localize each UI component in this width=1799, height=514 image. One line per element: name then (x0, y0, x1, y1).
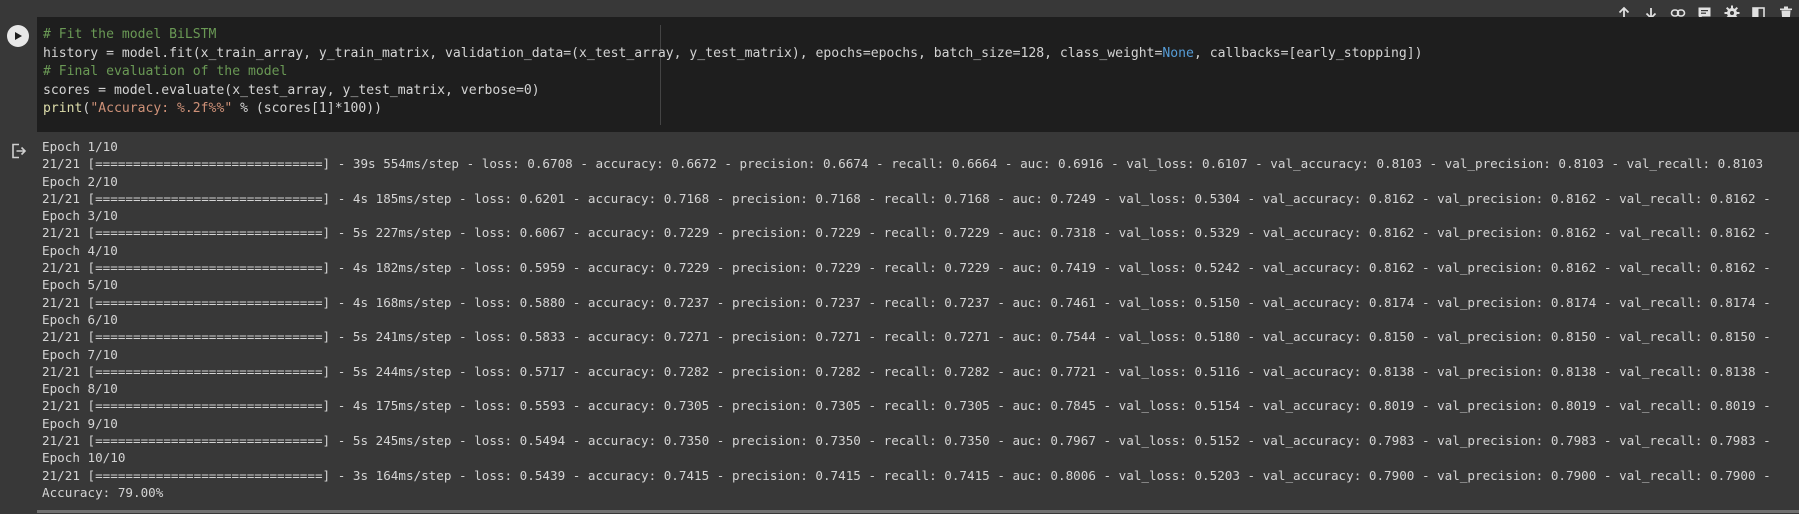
play-icon (15, 32, 22, 40)
output-text: Epoch 1/10 21/21 [=======================… (42, 138, 1771, 501)
output-line: 21/21 [==============================] -… (42, 225, 1771, 241)
output-line: Accuracy: 79.00% (42, 484, 164, 500)
output-line: 21/21 [==============================] -… (42, 156, 1764, 172)
output-line: Epoch 10/10 (42, 450, 126, 466)
output-line: 21/21 [==============================] -… (42, 190, 1771, 206)
code-token: # Final evaluation of the model (43, 64, 288, 79)
output-area: Epoch 1/10 21/21 [=======================… (0, 137, 1799, 511)
output-line: Epoch 4/10 (42, 242, 118, 258)
output-line: Epoch 2/10 (42, 173, 118, 189)
code-token: "Accuracy: %.2f%%" (90, 101, 233, 116)
output-line: Epoch 6/10 (42, 311, 118, 327)
code-line: # Fit the model BiLSTM (43, 26, 1423, 45)
output-line: 21/21 [==============================] -… (42, 363, 1771, 379)
code-token: # Fit the model BiLSTM (43, 27, 217, 42)
code-token: history = model.fit(x_train_array, y_tra… (43, 45, 1163, 61)
output-exit-icon (12, 143, 27, 159)
code-token: , callbacks=[early_stopping]) (1193, 45, 1423, 61)
output-line: 21/21 [==============================] -… (42, 294, 1771, 310)
code-token: % (scores[1]*100)) (232, 101, 382, 116)
code-cell: # Fit the model BiLSTM history = model.fi… (0, 17, 1799, 132)
output-line: Epoch 5/10 (42, 277, 118, 293)
output-line: Epoch 3/10 (42, 208, 118, 224)
output-line: Epoch 1/10 (42, 139, 118, 154)
code-line: # Final evaluation of the model (43, 63, 1423, 82)
code-line: history = model.fit(x_train_array, y_tra… (43, 45, 1423, 64)
run-cell-button[interactable] (7, 25, 29, 47)
output-line: 21/21 [==============================] -… (42, 433, 1771, 449)
output-line: Epoch 8/10 (42, 381, 118, 397)
code-lines: # Fit the model BiLSTM history = model.fi… (43, 26, 1423, 119)
code-line: print("Accuracy: %.2f%%" % (scores[1]*10… (43, 100, 1423, 119)
code-token: scores = model.evaluate(x_test_array, y_… (43, 82, 540, 98)
code-token: None (1162, 45, 1194, 61)
code-token: print (43, 101, 83, 116)
output-line: 21/21 [==============================] -… (42, 467, 1771, 483)
top-strip (0, 0, 1799, 14)
output-line: Epoch 9/10 (42, 415, 118, 431)
output-line: Epoch 7/10 (42, 346, 118, 362)
output-line: 21/21 [==============================] -… (42, 398, 1771, 414)
output-line: 21/21 [==============================] -… (42, 260, 1771, 276)
output-line: 21/21 [==============================] -… (42, 329, 1771, 345)
output-menu-button[interactable] (10, 142, 28, 160)
cell-bottom-border (37, 510, 1799, 513)
code-editor[interactable]: # Fit the model BiLSTM history = model.fi… (37, 17, 1799, 132)
code-line: scores = model.evaluate(x_test_array, y_… (43, 82, 1423, 101)
